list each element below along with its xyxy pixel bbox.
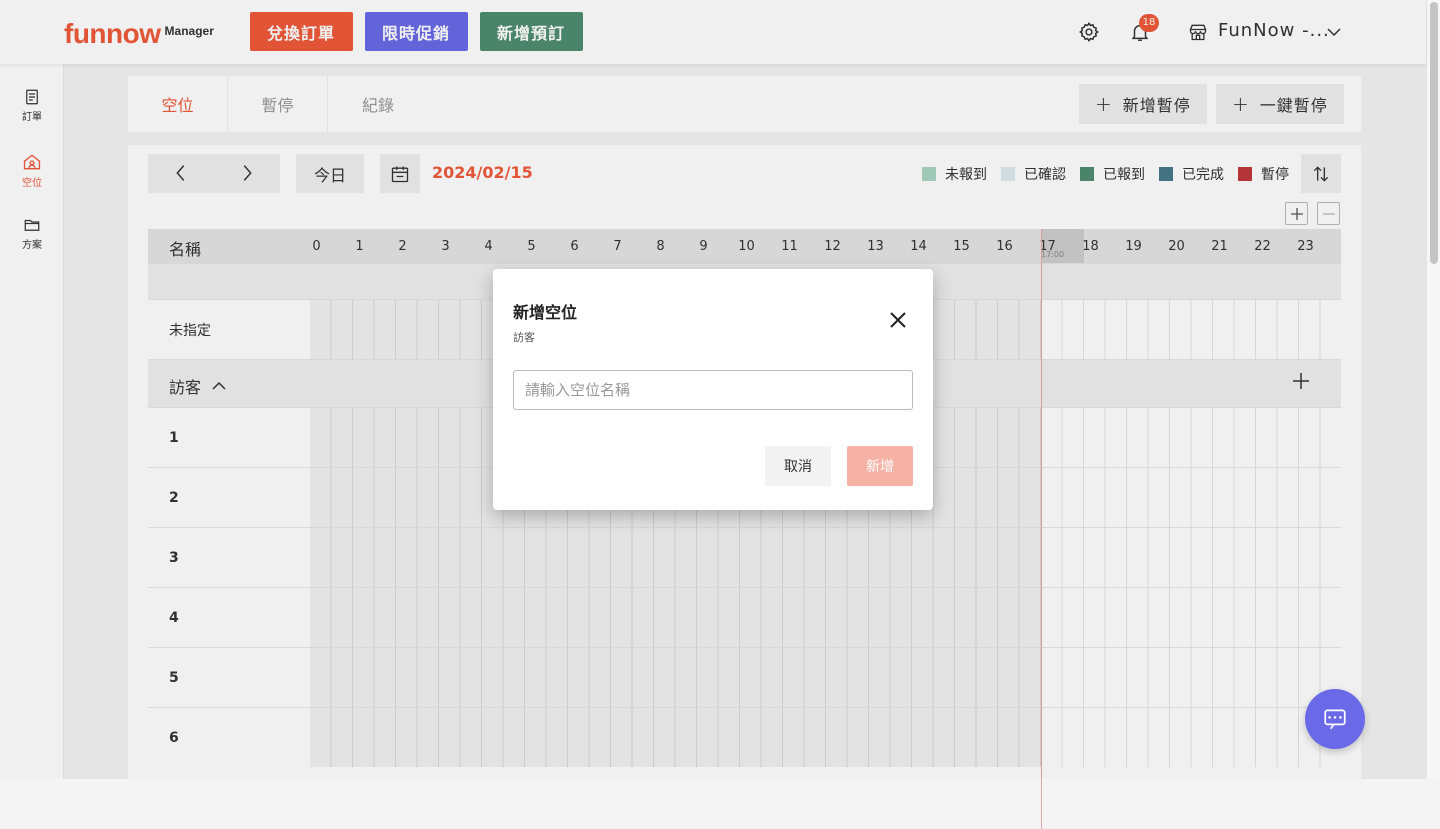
slot-name-input[interactable] bbox=[513, 370, 913, 410]
scrollbar-thumb[interactable] bbox=[1430, 2, 1438, 264]
chat-button[interactable] bbox=[1305, 689, 1365, 749]
close-icon[interactable] bbox=[886, 308, 910, 332]
chat-icon bbox=[1324, 709, 1346, 730]
cancel-button[interactable]: 取消 bbox=[765, 446, 831, 486]
dialog-title: 新增空位 bbox=[513, 303, 578, 322]
page-scrollbar[interactable] bbox=[1426, 0, 1440, 779]
dialog-subtitle: 訪客 bbox=[513, 331, 535, 344]
add-slot-dialog: 新增空位 訪客 取消 新增 bbox=[493, 269, 933, 510]
submit-add-button[interactable]: 新增 bbox=[847, 446, 913, 486]
